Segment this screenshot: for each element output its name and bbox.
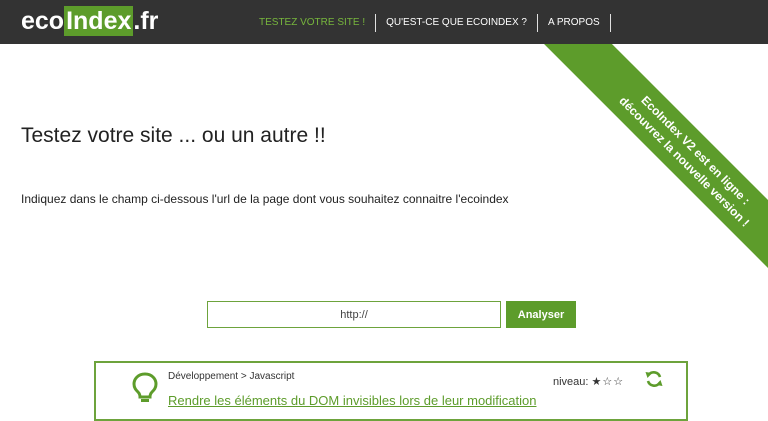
nav-testez-votre-site[interactable]: TESTEZ VOTRE SITE ! bbox=[249, 14, 377, 32]
star-empty-icon: ☆ bbox=[613, 376, 625, 388]
logo-prefix: eco bbox=[21, 7, 65, 35]
logo-middle: Index bbox=[64, 6, 134, 36]
tip-breadcrumb: Développement > Javascript bbox=[168, 371, 295, 382]
main-nav: TESTEZ VOTRE SITE ! QU'EST-CE QUE ECOIND… bbox=[249, 14, 611, 32]
tip-level: niveau: ★☆☆ bbox=[553, 375, 624, 389]
intro-text: Indiquez dans le champ ci-dessous l'url … bbox=[21, 192, 509, 206]
ribbon-line-1: EcoIndex V2 est en ligne : bbox=[638, 93, 753, 208]
url-input[interactable] bbox=[207, 301, 501, 328]
nav-a-propos[interactable]: A PROPOS bbox=[538, 14, 611, 32]
star-filled-icon: ★ bbox=[591, 376, 603, 388]
level-label: niveau: bbox=[553, 375, 589, 388]
page-title: Testez votre site ... ou un autre !! bbox=[21, 124, 326, 147]
ecoindex-logo[interactable]: ecoIndex.fr bbox=[21, 6, 158, 36]
v2-announcement-ribbon[interactable]: EcoIndex V2 est en ligne : découvrez la … bbox=[524, 44, 768, 322]
nav-quest-ce-que-ecoindex[interactable]: QU'EST-CE QUE ECOINDEX ? bbox=[376, 14, 538, 32]
lightbulb-icon bbox=[132, 372, 158, 402]
refresh-icon[interactable] bbox=[644, 369, 664, 389]
top-navbar: ecoIndex.fr TESTEZ VOTRE SITE ! QU'EST-C… bbox=[0, 0, 768, 44]
ribbon-container: EcoIndex V2 est en ligne : découvrez la … bbox=[0, 44, 768, 401]
tip-card: Développement > Javascript niveau: ★☆☆ R… bbox=[94, 361, 688, 421]
ribbon-line-2: découvrez la nouvelle version ! bbox=[616, 93, 753, 230]
logo-suffix: .fr bbox=[133, 7, 159, 35]
star-empty-icon: ☆ bbox=[602, 376, 614, 388]
level-stars: ★☆☆ bbox=[591, 375, 624, 388]
analyse-button[interactable]: Analyser bbox=[506, 301, 576, 328]
